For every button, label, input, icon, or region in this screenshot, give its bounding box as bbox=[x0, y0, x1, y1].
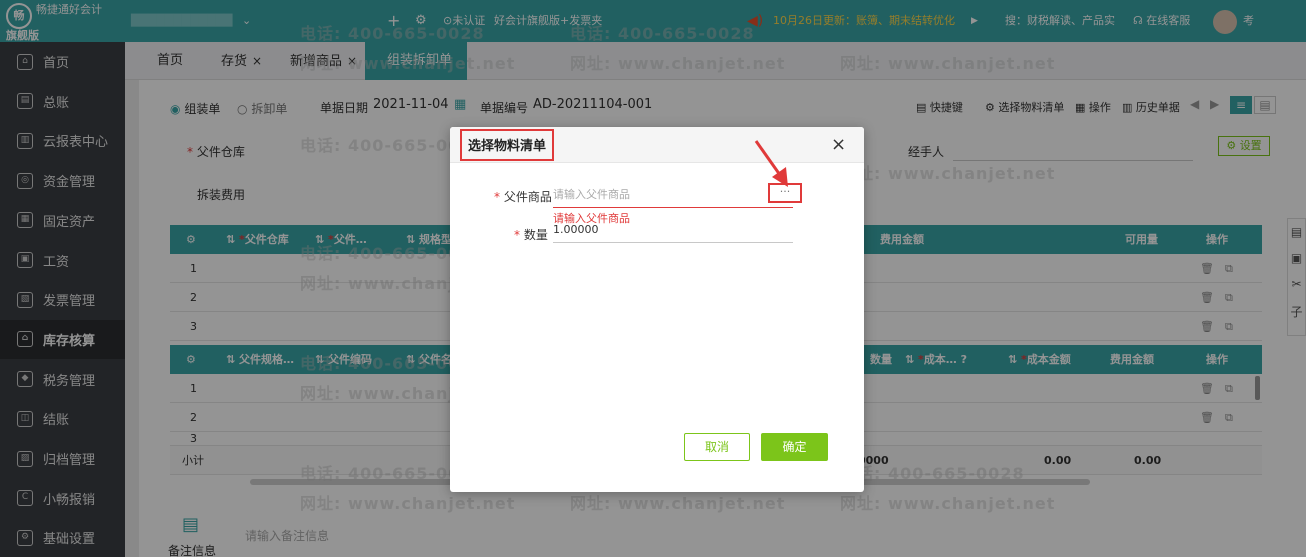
qty-underline bbox=[553, 242, 793, 243]
parent-goods-underline bbox=[553, 207, 793, 208]
confirm-button[interactable]: 确定 bbox=[761, 433, 828, 461]
parent-goods-input[interactable]: 请输入父件商品 bbox=[553, 186, 630, 202]
qty-label: * 数量 bbox=[514, 228, 548, 242]
close-icon[interactable]: × bbox=[831, 136, 846, 154]
qty-input[interactable]: 1.00000 bbox=[553, 223, 599, 236]
cancel-button[interactable]: 取消 bbox=[684, 433, 750, 461]
dialog-title: 选择物料清单 bbox=[460, 129, 555, 161]
modal-overlay-side[interactable] bbox=[0, 0, 125, 557]
annotation-arrow-icon bbox=[754, 140, 788, 187]
select-bom-dialog: 选择物料清单 × * 父件商品 请输入父件商品 ··· 请输入父件商品 * 数量… bbox=[450, 127, 864, 492]
parent-goods-label: * 父件商品 bbox=[494, 190, 552, 204]
